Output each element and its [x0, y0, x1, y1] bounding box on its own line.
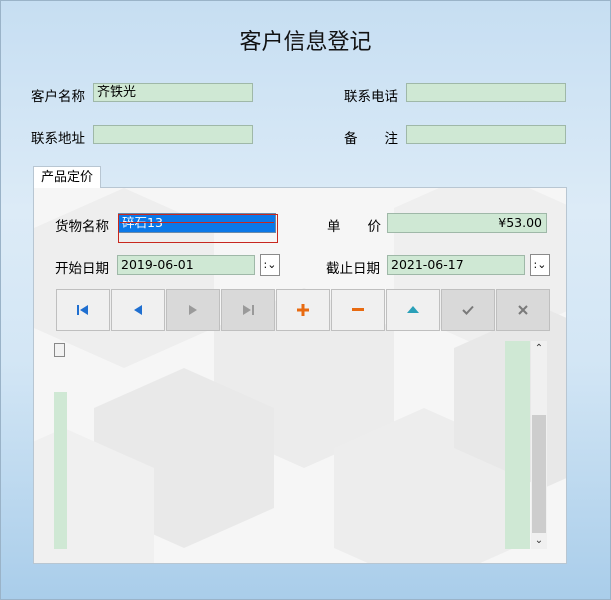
next-icon: [189, 305, 197, 315]
start-date-dropdown[interactable]: :⌄: [260, 254, 280, 276]
chevron-down-icon: :⌄: [263, 258, 277, 271]
note-label: 备 注: [344, 131, 398, 147]
nav-cancel-button[interactable]: [496, 289, 550, 331]
plus-icon: [297, 304, 309, 316]
scroll-down-icon[interactable]: ⌄: [531, 533, 547, 549]
goods-label: 货物名称: [55, 219, 109, 235]
tab-product-pricing[interactable]: 产品定价: [33, 166, 101, 188]
grid-column-right: [505, 341, 530, 549]
first-icon: [77, 305, 88, 315]
db-navigator: [56, 289, 550, 331]
address-label: 联系地址: [31, 131, 85, 147]
phone-field[interactable]: [406, 83, 566, 102]
minus-icon: [352, 308, 364, 311]
goods-dropdown-line: [120, 222, 274, 223]
end-date-label: 截止日期: [326, 261, 380, 277]
nav-last-button[interactable]: [221, 289, 275, 331]
prior-icon: [134, 305, 142, 315]
nav-edit-button[interactable]: [386, 289, 440, 331]
x-icon: [518, 305, 528, 315]
note-field[interactable]: [406, 125, 566, 144]
phone-label: 联系电话: [344, 89, 398, 105]
price-field[interactable]: ¥53.00: [387, 213, 547, 233]
chevron-down-icon: :⌄: [533, 258, 547, 271]
goods-dropdown-focus: [118, 214, 278, 243]
start-date-field[interactable]: 2019-06-01: [117, 255, 255, 275]
up-triangle-icon: [407, 306, 419, 313]
vertical-scrollbar[interactable]: ⌃ ⌄: [531, 341, 547, 549]
nav-delete-button[interactable]: [331, 289, 385, 331]
start-date-label: 开始日期: [55, 261, 109, 277]
end-date-dropdown[interactable]: :⌄: [530, 254, 550, 276]
page-title: 客户信息登记: [239, 30, 372, 55]
end-date-field[interactable]: 2021-06-17: [387, 255, 525, 275]
check-icon: [462, 305, 474, 315]
grid-indicator[interactable]: [54, 343, 65, 357]
last-icon: [243, 305, 254, 315]
price-label: 单 价: [327, 219, 381, 235]
nav-post-button[interactable]: [441, 289, 495, 331]
nav-first-button[interactable]: [56, 289, 110, 331]
address-field[interactable]: [93, 125, 253, 144]
customer-name-field[interactable]: 齐铁光: [93, 83, 253, 102]
scrollbar-thumb[interactable]: [532, 415, 546, 533]
nav-next-button[interactable]: [166, 289, 220, 331]
scroll-up-icon[interactable]: ⌃: [531, 341, 547, 357]
pricing-panel: 货物名称 碎石13 单 价 ¥53.00 开始日期 2019-06-01 :⌄ …: [33, 187, 567, 564]
nav-insert-button[interactable]: [276, 289, 330, 331]
customer-name-label: 客户名称: [31, 89, 85, 105]
nav-prior-button[interactable]: [111, 289, 165, 331]
grid-column-left: [54, 392, 67, 549]
